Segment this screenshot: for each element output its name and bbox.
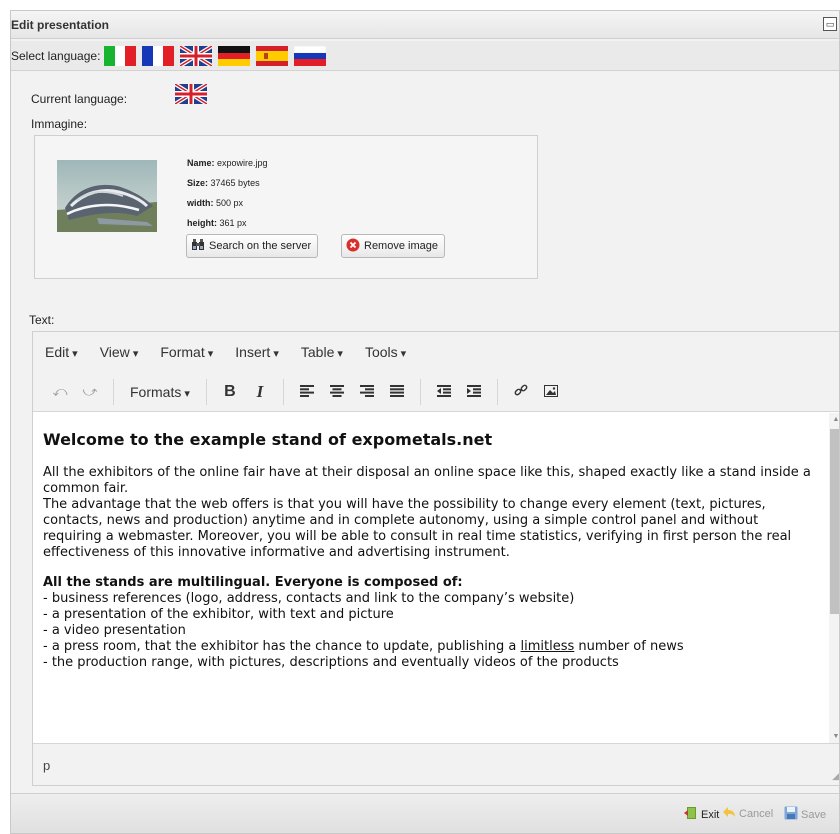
list-item: - the production range, with pictures, d… [43,655,619,670]
document-list: All the stands are multilingual. Everyon… [43,575,819,671]
exit-button[interactable]: Exit [684,806,719,823]
editor-statusbar: p ◢ [33,743,839,785]
current-language-flag-icon [175,84,207,104]
align-center-icon[interactable] [322,384,352,400]
list-item-text: number of news [574,639,684,654]
editor-scrollbar[interactable]: ▲ ▼ [829,413,839,744]
bold-button[interactable]: B [215,383,245,401]
image-metadata: Name: expowire.jpg Size: 37465 bytes wid… [187,153,268,233]
limitless-text: limitless [520,639,575,654]
list-heading: All the stands are multilingual. Everyon… [43,575,463,590]
document-heading: Welcome to the example stand of expometa… [43,430,493,449]
list-item: - business references (logo, address, co… [43,591,575,606]
name-label: Name: [187,158,215,168]
list-item: - a presentation of the exhibitor, with … [43,607,394,622]
dialog-footer: Exit Cancel Save [11,793,839,833]
toolbar-divider [205,378,207,405]
exit-door-icon [684,806,698,823]
window-title: Edit presentation [11,18,110,32]
size-value: 37465 bytes [210,178,260,188]
edit-presentation-window: Edit presentation ▭ Select language: Cur… [10,10,840,834]
save-button[interactable]: Save [784,806,826,823]
search-on-server-button[interactable]: Search on the server [186,234,319,258]
outdent-icon[interactable] [429,384,459,400]
paragraph-line: The advantage that the web offers is tha… [43,497,792,560]
remove-icon [346,238,360,255]
italian-flag-icon[interactable] [104,45,137,66]
resize-handle-icon[interactable]: ◢ [832,771,839,782]
language-bar: Select language: [11,41,839,71]
save-label: Save [801,808,827,821]
undo-icon[interactable]: ⤺ [45,383,75,400]
editor-document[interactable]: Welcome to the example stand of expometa… [33,413,829,744]
german-flag-icon[interactable] [218,45,251,66]
spanish-flag-icon[interactable] [256,45,289,66]
list-item: - a press room, that the exhibitor has t… [43,639,819,655]
menu-view[interactable]: View [100,344,139,360]
height-label: height: [187,218,217,228]
rich-text-editor: Edit View Format Insert Table Tools ⤺ ⤻ … [32,331,839,786]
remove-image-label: Remove image [364,240,438,252]
binoculars-icon [191,238,205,254]
french-flag-icon[interactable] [142,45,175,66]
editor-toolbar: ⤺ ⤻ Formats B I [33,372,839,412]
toolbar-divider [419,378,421,405]
window-titlebar: Edit presentation ▭ [11,11,839,39]
toolbar-divider [496,378,498,405]
restore-icon[interactable]: ▭ [823,17,837,31]
uk-flag-icon[interactable] [180,45,213,66]
list-item: - a video presentation [43,623,186,638]
current-language-label: Current language: [31,92,128,106]
menu-edit[interactable]: Edit [45,344,78,360]
toolbar-divider [113,378,114,405]
link-icon[interactable] [506,383,536,400]
align-left-icon[interactable] [292,384,322,400]
scrollbar-thumb[interactable] [830,429,839,614]
width-value: 500 px [216,198,244,208]
undo-arrow-icon [722,806,736,821]
formats-dropdown[interactable]: Formats [122,384,198,400]
align-right-icon[interactable] [352,384,382,400]
align-justify-icon[interactable] [382,384,412,400]
scroll-down-arrow-icon[interactable]: ▼ [829,730,839,744]
image-icon[interactable] [536,384,566,400]
menu-table[interactable]: Table [301,344,343,360]
document-paragraph: All the exhibitors of the online fair ha… [43,465,819,561]
remove-image-button[interactable]: Remove image [341,234,445,258]
image-thumbnail [57,160,157,232]
cancel-button[interactable]: Cancel [722,806,773,821]
exit-label: Exit [701,808,720,821]
content-area: Current language: Immagine: Name: expowi… [11,72,839,786]
size-label: Size: [187,178,209,188]
width-label: width: [187,198,214,208]
name-value: expowire.jpg [217,158,268,168]
element-path[interactable]: p [43,758,50,773]
russian-flag-icon[interactable] [294,45,327,66]
height-value: 361 px [219,218,247,228]
scroll-up-arrow-icon[interactable]: ▲ [829,413,839,427]
indent-icon[interactable] [459,384,489,400]
redo-icon[interactable]: ⤻ [75,383,105,400]
editor-menubar: Edit View Format Insert Table Tools [33,332,839,372]
italic-button[interactable]: I [245,382,275,402]
search-on-server-label: Search on the server [209,240,312,252]
toolbar-divider [282,378,284,405]
image-panel: Name: expowire.jpg Size: 37465 bytes wid… [34,135,538,279]
menu-tools[interactable]: Tools [365,344,406,360]
list-item-text: - a press room, that the exhibitor has t… [43,639,521,654]
menu-format[interactable]: Format [160,344,213,360]
image-label: Immagine: [31,117,88,131]
menu-insert[interactable]: Insert [235,344,279,360]
cancel-label: Cancel [739,807,774,820]
paragraph-line: All the exhibitors of the online fair ha… [43,465,811,496]
select-language-label: Select language: [11,48,101,63]
floppy-disk-icon [784,806,798,823]
text-label: Text: [29,313,55,327]
